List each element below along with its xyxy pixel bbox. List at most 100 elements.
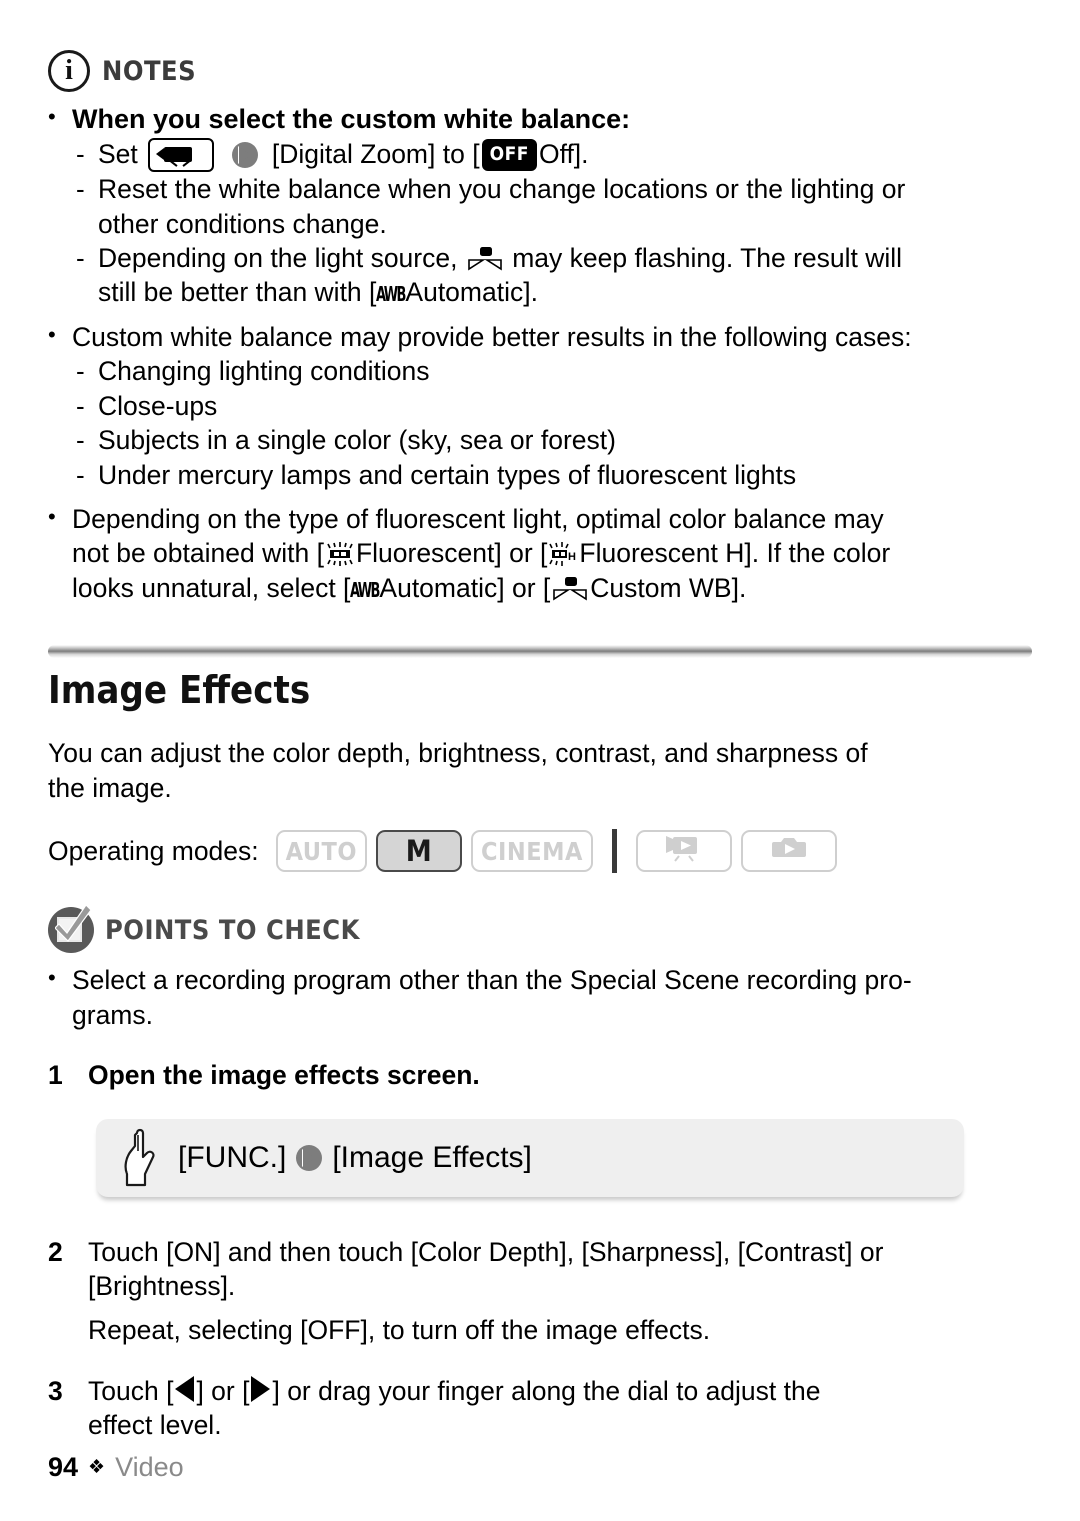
right-triangle-icon [251,1375,271,1402]
info-circle-icon: i [48,50,90,92]
step-2: 2 Touch [ON] and then touch [Color Depth… [48,1235,1032,1348]
checkbox-check-icon [48,904,94,954]
notes-title: NOTES [102,55,197,87]
section-divider-bar [48,645,1032,659]
notes-body: • When you select the custom white balan… [48,102,1032,605]
mode-badge-manual[interactable]: M [376,830,463,873]
step-3-mid: ] or [ [196,1375,250,1406]
digital-zoom-text: [Digital Zoom] to [ [271,139,480,170]
dash-mark: - [76,174,85,205]
notes-bullet-3: • Depending on the type of fluorescent l… [48,502,1032,605]
footer-section-name: Video [115,1452,184,1482]
ptc-bullet-line-1: Select a recording program other than th… [72,965,912,996]
fluorescent-icon [326,541,354,567]
section-intro: You can adjust the color depth, brightne… [48,736,1032,805]
notes-subitem-reset-wb: - Reset the white balance when you chang… [76,172,1032,241]
manual-page: i NOTES • When you select the custom whi… [0,0,1080,1521]
reset-wb-line-2: other conditions change. [98,208,387,239]
double-chevron-icon [230,140,260,170]
page-number: 94 [48,1452,79,1482]
notes-subitem-set-digital-zoom: - Set [Digital Zoom] to [OFF Off]. [76,137,1032,173]
notes-bullet-2-text: Custom white balance may provide better … [72,321,912,352]
mode-badge-auto[interactable]: AUTO [275,830,368,873]
step-3-number: 3 [48,1375,63,1406]
step-2-sub: Repeat, selecting [OFF], to turn off the… [88,1315,711,1346]
notes-case-4-text: Under mercury lamps and certain types of… [98,459,797,490]
operating-modes-label: Operating modes: [48,835,259,866]
fluo-line-3a: looks unnatural, select [ [72,572,351,603]
notes-bullet-2: • Custom white balance may provide bette… [48,320,1032,354]
section-intro-line-1: You can adjust the color depth, brightne… [48,738,868,769]
notes-case-2: - Close-ups [76,389,1032,423]
fluo-line-2c: Fluorescent H]. If the color [579,538,891,569]
step-2-line-2: [Brightness]. [88,1270,236,1301]
points-to-check-bullet: • Select a recording program other than … [48,963,1032,1032]
dash-mark: - [76,356,85,387]
dash-mark: - [76,459,85,490]
step-3-pre: Touch [ [88,1375,174,1406]
camcorder-menu-icon [148,138,215,173]
automatic-post: Automatic]. [405,277,538,308]
awb-icon: AWB [376,282,406,307]
reset-wb-line-1: Reset the white balance when you change … [98,174,906,205]
dash-mark: - [76,425,85,456]
page-footer: 94 ❖ Video [48,1452,184,1483]
operating-modes-row: Operating modes: AUTO M CINEMA [48,829,1032,874]
mode-separator [611,829,617,874]
mode-badge-video-playback[interactable] [635,830,732,873]
notes-subitem-light-source: - Depending on the light source, may kee… [76,241,1032,310]
custom-wb-icon [553,575,588,601]
automatic-pre: still be better than with [ [98,277,377,308]
points-to-check-body: • Select a recording program other than … [48,963,1032,1032]
step-3: 3 Touch [ ] or [ ] or drag your finger alo… [48,1374,1032,1443]
set-label: Set [98,139,138,170]
func-target-label: [Image Effects] [332,1140,532,1174]
points-to-check-title: POINTS TO CHECK [105,914,360,946]
func-label: [FUNC.] [178,1140,287,1174]
left-triangle-icon [175,1375,195,1402]
fluo-line-2a: not be obtained with [ [72,538,324,569]
pointing-hand-icon [120,1127,164,1189]
off-badge: OFF [481,139,537,171]
step-3-post: ] or drag your finger along the dial to … [272,1375,821,1406]
page-title: Image Effects [48,668,311,713]
camcorder-play-icon [661,833,707,869]
diamond-separator-icon: ❖ [88,1457,106,1478]
camera-play-icon [766,833,812,869]
awb-icon: AWB [350,577,380,602]
fluo-line-3c: Custom WB]. [590,572,747,603]
step-2-number: 2 [48,1236,63,1267]
dash-mark: - [76,390,85,421]
fluo-line-1: Depending on the type of fluorescent lig… [72,504,884,535]
notes-bullet-1-text: When you select the custom white balance… [72,104,631,134]
bullet-dot-icon: • [48,321,56,347]
step-1-number: 1 [48,1060,63,1091]
mode-badge-cinema[interactable]: CINEMA [471,830,593,873]
dash-mark: - [76,139,85,170]
step-2-line-1: Touch [ON] and then touch [Color Depth],… [88,1236,884,1267]
light-source-pre: Depending on the light source, [98,242,458,273]
notes-case-2-text: Close-ups [98,390,218,421]
step-1-text: Open the image effects screen. [88,1060,480,1091]
notes-bullet-1: • When you select the custom white balan… [48,102,1032,137]
bullet-dot-icon: • [48,504,56,530]
step-3-line-2: effect level. [88,1410,222,1441]
bullet-dot-icon: • [48,965,56,991]
fluo-line-3b: Automatic] or [ [379,572,551,603]
double-chevron-icon [294,1143,324,1173]
fluorescent-h-icon: H [549,541,577,567]
mode-badge-photo-playback[interactable] [740,830,837,873]
notes-case-3: - Subjects in a single color (sky, sea o… [76,423,1032,457]
section-intro-line-2: the image. [48,772,172,803]
dash-mark: - [76,242,85,273]
fluo-line-2b: Fluorescent] or [ [355,538,548,569]
notes-header: i NOTES [48,0,1032,92]
light-source-post: may keep flashing. The result will [512,242,903,273]
custom-wb-icon [468,245,502,271]
notes-case-4: - Under mercury lamps and certain types … [76,458,1032,492]
func-menu-path-box[interactable]: [FUNC.] [Image Effects] [96,1118,964,1197]
ptc-bullet-line-2: grams. [72,999,153,1030]
points-to-check-header: POINTS TO CHECK [48,904,1032,954]
bullet-dot-icon: • [48,104,56,129]
step-1: 1 Open the image effects screen. [48,1058,1032,1092]
